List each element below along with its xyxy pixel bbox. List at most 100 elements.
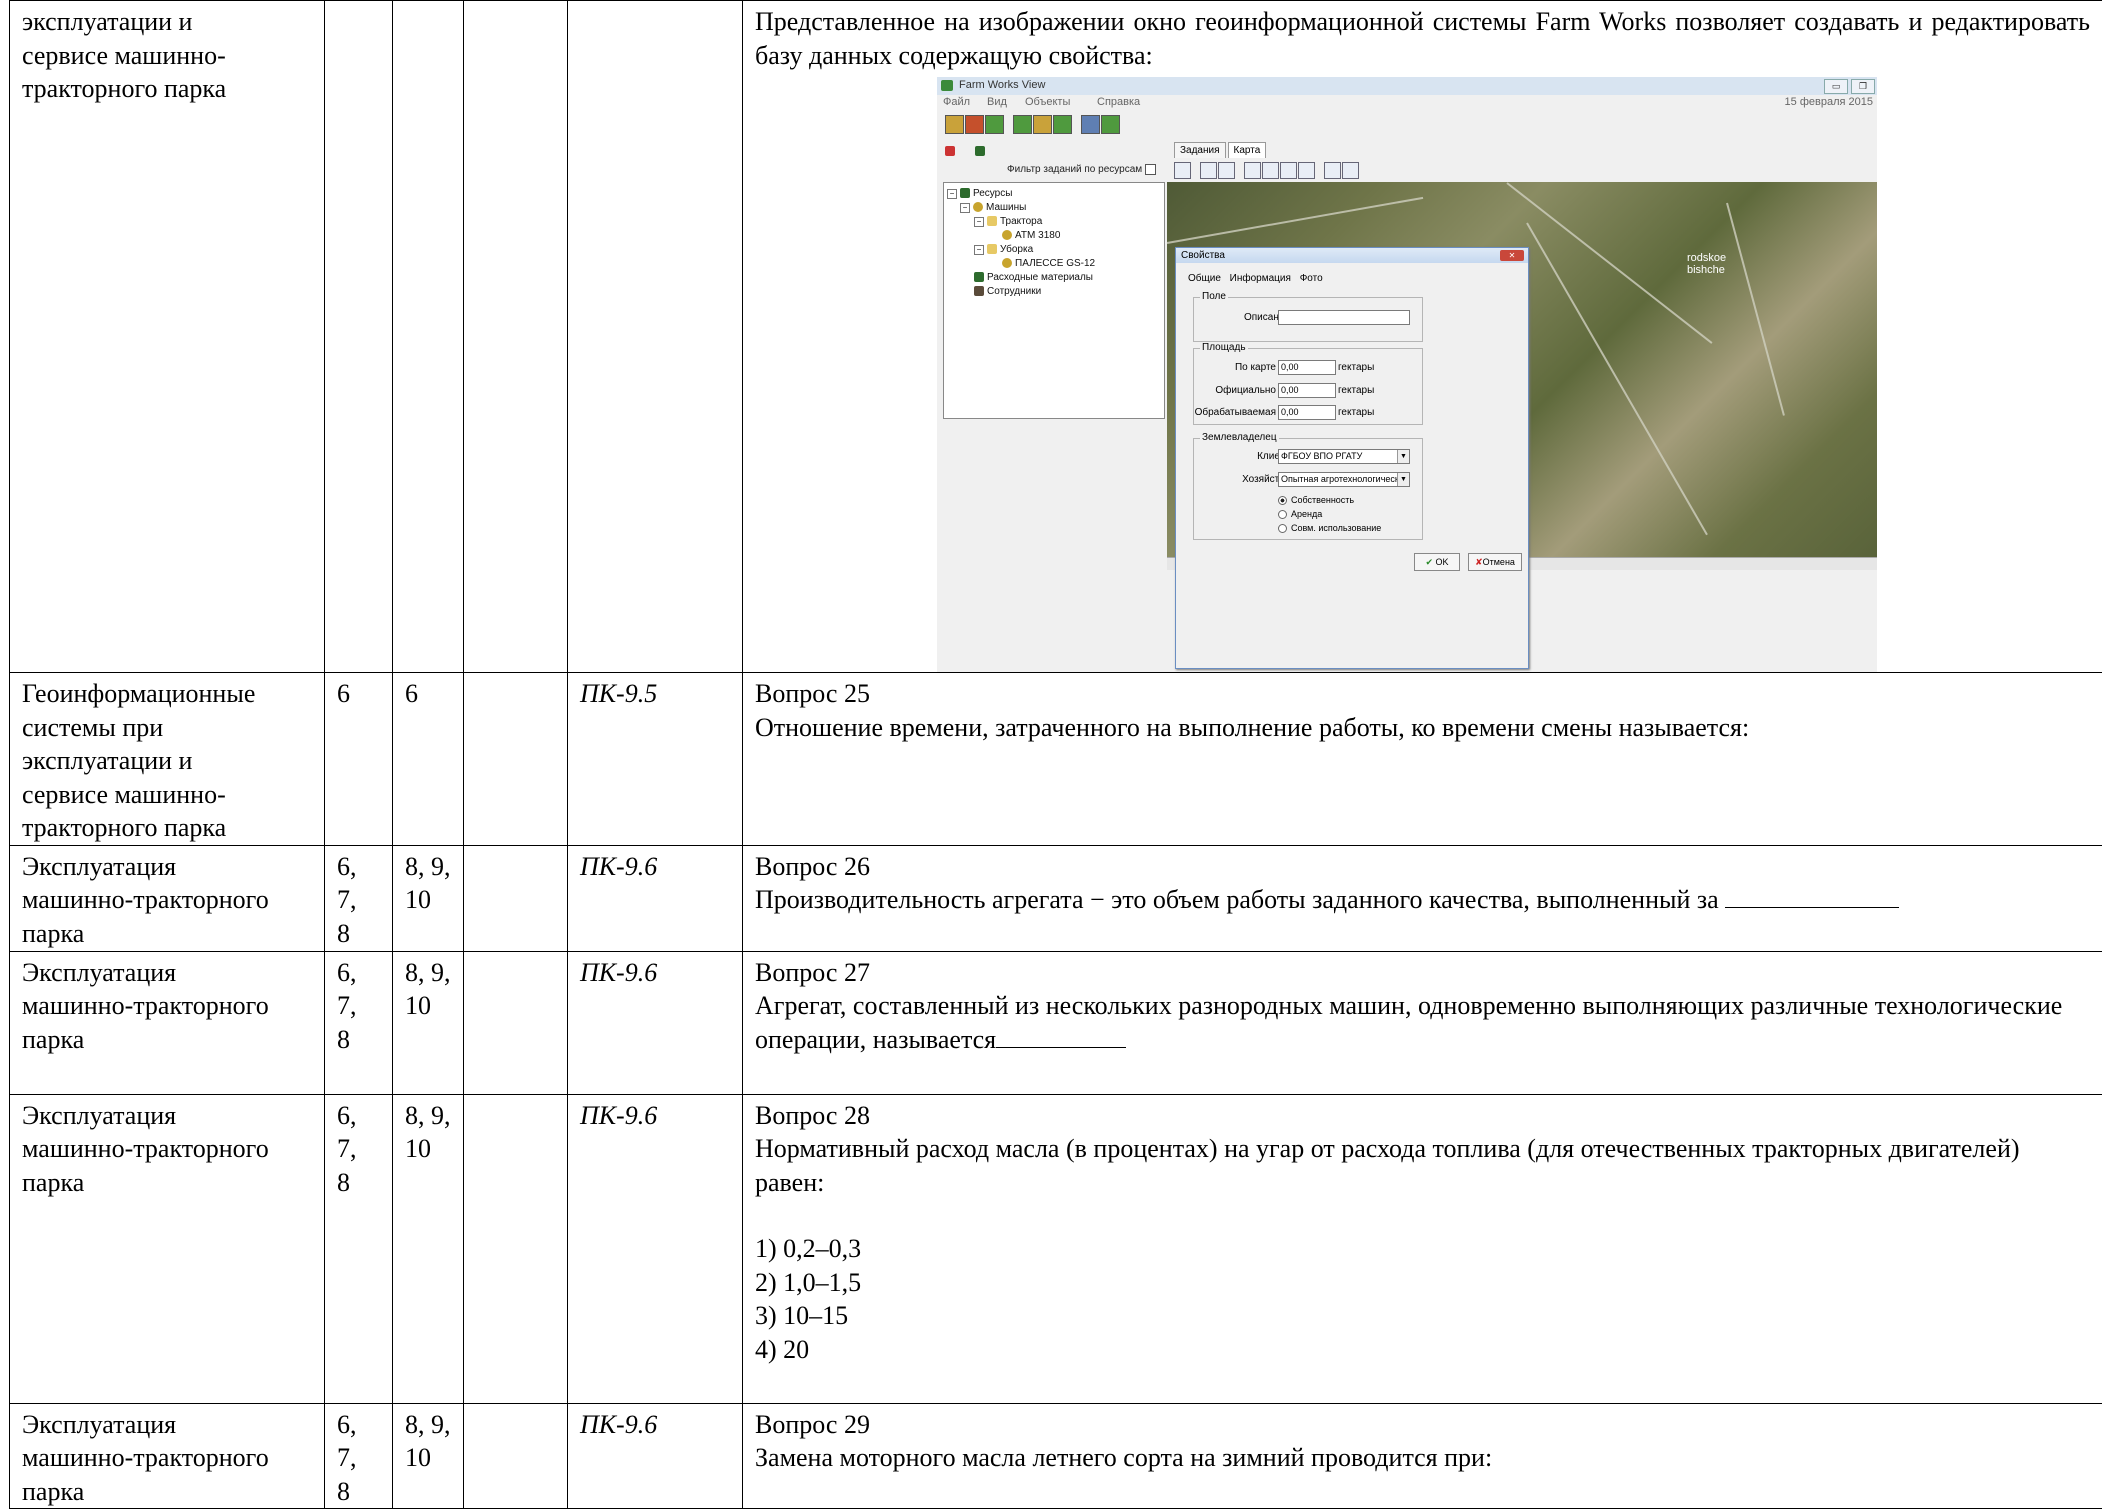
calendar-icon[interactable] <box>945 146 955 156</box>
pointer-icon[interactable] <box>1174 162 1191 179</box>
semester-cell: 6, 7,8 <box>325 845 393 951</box>
section-cell: 8, 9,10 <box>393 1094 464 1403</box>
topic-line: эксплуатации и <box>22 744 312 778</box>
area-official-field[interactable]: 0,00 <box>1278 383 1336 398</box>
minimize-icon[interactable]: ▭ <box>1824 79 1848 94</box>
ok-button[interactable]: ✔ OK <box>1414 553 1460 571</box>
menu-file[interactable]: Файл <box>943 96 970 108</box>
radio-shared[interactable]: Совм. использование <box>1278 523 1381 533</box>
topic-line: Эксплуатация <box>22 1099 312 1133</box>
resources-icon[interactable] <box>975 146 985 156</box>
restore-icon[interactable]: ❐ <box>1851 79 1875 94</box>
hand-icon[interactable] <box>1200 162 1217 179</box>
toolbar-button[interactable] <box>965 115 984 134</box>
tree-node[interactable]: ATM 3180 <box>1002 230 1060 241</box>
tree-node[interactable]: −Машины <box>960 202 1026 213</box>
answer-option: 1) 0,2–0,3 <box>755 1232 2090 1266</box>
zoom-icon[interactable] <box>1218 162 1235 179</box>
menu-objects[interactable]: Объекты <box>1025 96 1070 108</box>
client-select[interactable]: ФГБОУ ВПО РГАТУ▼ <box>1278 449 1410 464</box>
competency-cell: ПК-9.6 <box>568 845 743 951</box>
topic-line: сервисе машинно- <box>22 778 312 812</box>
field-group: Поле Описание <box>1193 297 1423 342</box>
competency-cell: ПК-9.6 <box>568 951 743 1094</box>
question-text: Агрегат, составленный из нескольких разн… <box>755 989 2090 1056</box>
settings-icon[interactable] <box>1342 162 1359 179</box>
topic-cell: Эксплуатация машинно-тракторного парка <box>10 1094 325 1403</box>
table-row: Эксплуатация машинно-тракторного парка 6… <box>10 951 2102 1094</box>
question-cell: Представленное на изображении окно геоин… <box>743 1 2102 673</box>
area-worked-field[interactable]: 0,00 <box>1278 405 1336 420</box>
tab-photo[interactable]: Фото <box>1300 273 1323 284</box>
topic-line: эксплуатации и <box>22 5 312 39</box>
menu-help[interactable]: Справка <box>1097 96 1140 108</box>
farm-select[interactable]: Опытная агротехнологическая ст▼ <box>1278 472 1410 487</box>
toolbar-button[interactable] <box>985 115 1004 134</box>
zoom-extent-icon[interactable] <box>1280 162 1297 179</box>
toolbar-button[interactable] <box>1013 115 1032 134</box>
toolbar-button[interactable] <box>1081 115 1100 134</box>
tree-node[interactable]: ПАЛЕССЕ GS-12 <box>1002 258 1095 269</box>
topic-line: машинно-тракторного <box>22 989 312 1023</box>
owner-group: Землевладелец Клиент ФГБОУ ВПО РГАТУ▼ Хо… <box>1193 438 1423 540</box>
tab-general[interactable]: Общие <box>1188 273 1221 284</box>
tree-node[interactable]: −Ресурсы <box>947 188 1012 199</box>
dialog-title: Свойства <box>1176 248 1528 263</box>
tree-node[interactable]: Расходные материалы <box>974 272 1093 283</box>
tab-tasks[interactable]: Задания <box>1174 142 1226 158</box>
topic-cell: Эксплуатация машинно-тракторного парка <box>10 845 325 951</box>
competency-cell: ПК-9.6 <box>568 1094 743 1403</box>
filter-label: Фильтр заданий по ресурсам <box>1007 164 1142 175</box>
print-icon[interactable] <box>1324 162 1341 179</box>
semester-cell: 6 <box>325 673 393 846</box>
toolbar-button[interactable] <box>1033 115 1052 134</box>
zoom-in-icon[interactable] <box>1244 162 1261 179</box>
resource-tree: −Ресурсы −Машины −Трактора ATM 3180 −Убо… <box>943 182 1165 419</box>
answer-option: 2) 1,0–1,5 <box>755 1266 2090 1300</box>
filter-row: Фильтр заданий по ресурсам <box>1007 164 1156 175</box>
topic-cell: эксплуатации и сервисе машинно- тракторн… <box>10 1 325 673</box>
toolbar-button[interactable] <box>945 115 964 134</box>
close-icon[interactable]: ✕ <box>1500 250 1524 261</box>
topic-line: машинно-тракторного <box>22 1441 312 1475</box>
window-controls: ▭❐ <box>1821 79 1875 94</box>
topic-line: Эксплуатация <box>22 956 312 990</box>
radio-lease[interactable]: Аренда <box>1278 509 1322 519</box>
question-number: Вопрос 29 <box>755 1408 2090 1442</box>
resources-pane: Фильтр заданий по ресурсам −Ресурсы −Маш… <box>937 139 1167 672</box>
topic-line: машинно-тракторного <box>22 1132 312 1166</box>
section-cell: 8, 9,10 <box>393 1403 464 1509</box>
area-map-field[interactable]: 0,00 <box>1278 360 1336 375</box>
topic-cell: Эксплуатация машинно-тракторного парка <box>10 1403 325 1509</box>
tree-node[interactable]: −Трактора <box>974 216 1042 227</box>
question-number: Вопрос 25 <box>755 677 2090 711</box>
semester-cell <box>325 1 393 673</box>
section-cell: 8, 9,10 <box>393 845 464 951</box>
question-cell: Вопрос 27 Агрегат, составленный из неско… <box>743 951 2102 1094</box>
section-cell <box>393 1 464 673</box>
tab-map[interactable]: Карта <box>1228 142 1267 158</box>
zoom-out-icon[interactable] <box>1262 162 1279 179</box>
app-icon <box>941 80 953 91</box>
tab-info[interactable]: Информация <box>1230 273 1291 284</box>
tree-node[interactable]: Сотрудники <box>974 286 1041 297</box>
window-titlebar: Farm Works View ▭❐ <box>937 77 1877 95</box>
cancel-button[interactable]: ✘Отмена <box>1468 553 1522 571</box>
toolbar-button[interactable] <box>1053 115 1072 134</box>
zoom-layer-icon[interactable] <box>1298 162 1315 179</box>
tree-node[interactable]: −Уборка <box>974 244 1033 255</box>
competency-cell: ПК-9.5 <box>568 673 743 846</box>
topic-line: Эксплуатация <box>22 1408 312 1442</box>
properties-dialog: Свойства ✕ Общие Информация Фото Поле Оп… <box>1175 247 1529 669</box>
filter-checkbox[interactable] <box>1145 164 1156 175</box>
table-row: Геоинформационные системы при эксплуатац… <box>10 673 2102 846</box>
dialog-tabs: Общие Информация Фото <box>1188 273 1329 284</box>
table-row: эксплуатации и сервисе машинно- тракторн… <box>10 1 2102 673</box>
radio-ownership[interactable]: Собственность <box>1278 495 1354 505</box>
toolbar-button[interactable] <box>1101 115 1120 134</box>
topic-cell: Геоинформационные системы при эксплуатац… <box>10 673 325 846</box>
menu-view[interactable]: Вид <box>987 96 1007 108</box>
description-input[interactable] <box>1278 310 1410 325</box>
empty-cell <box>464 1094 568 1403</box>
competency-cell <box>568 1 743 673</box>
